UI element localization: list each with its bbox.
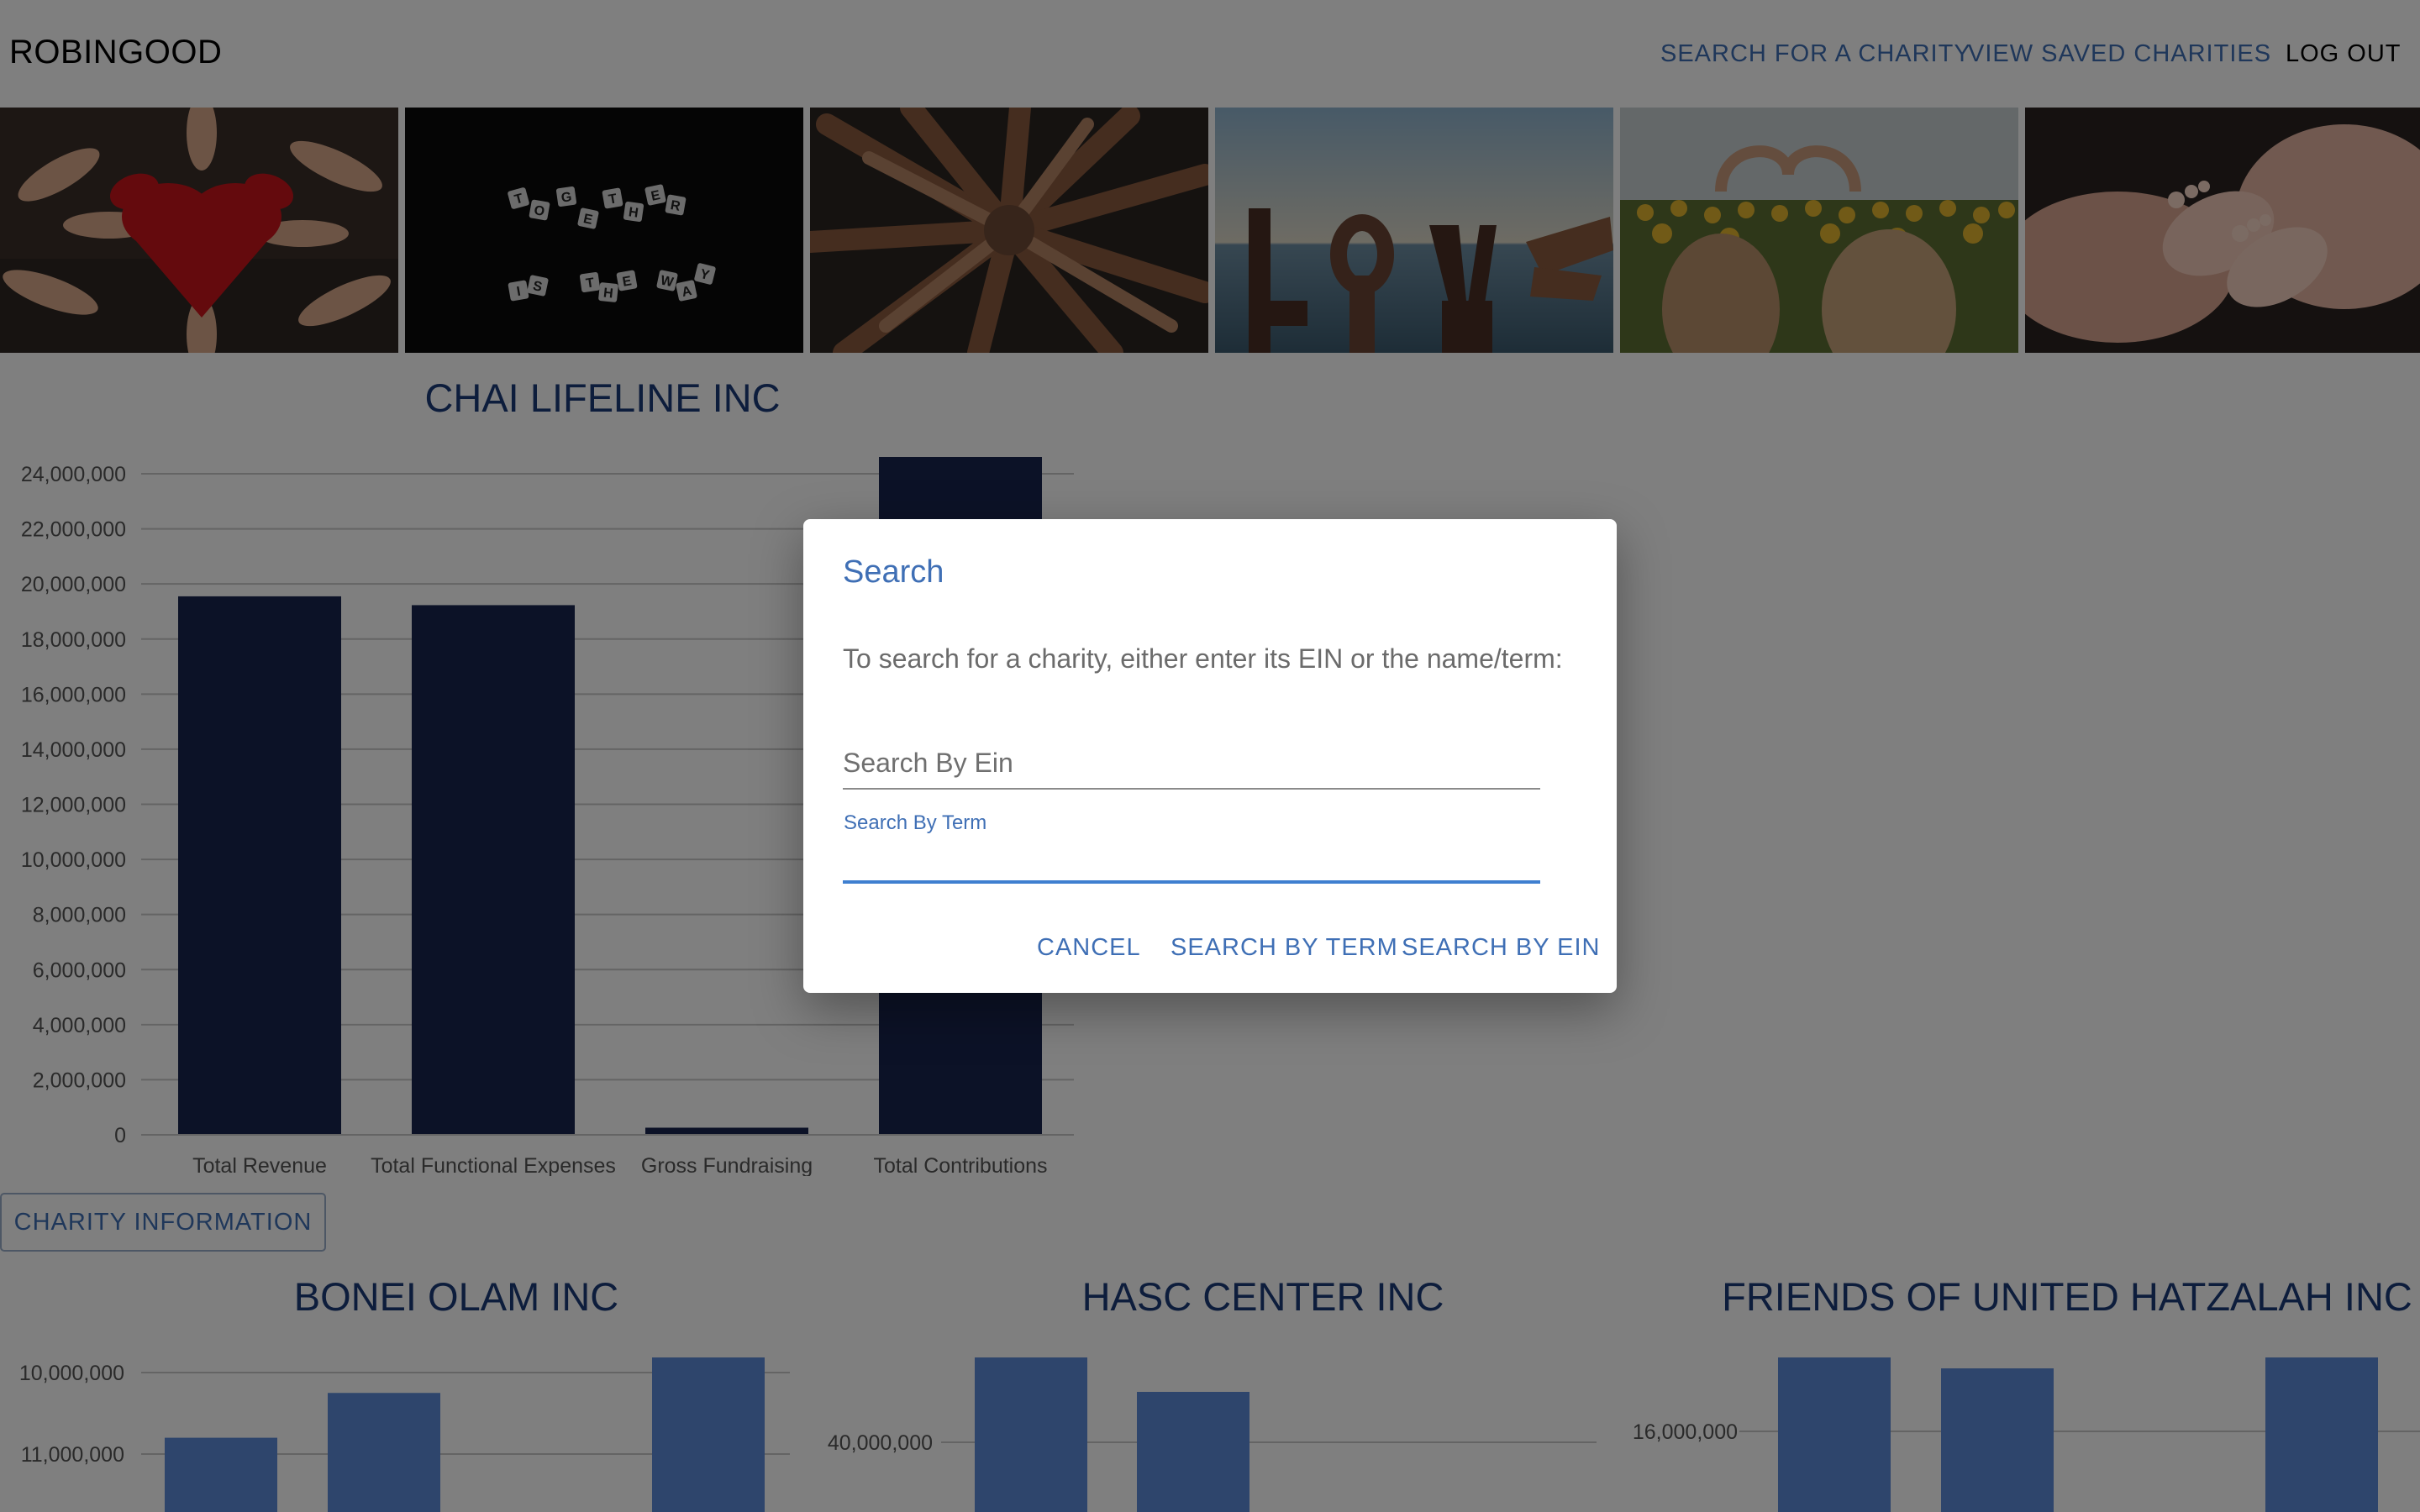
search-by-ein-button[interactable]: SEARCH BY EIN [1402,934,1600,962]
search-by-term-label: Search By Term [844,811,987,834]
dialog-instructions: To search for a charity, either enter it… [843,643,1563,674]
search-by-term-input[interactable] [843,840,1540,877]
search-by-ein-input[interactable] [843,743,1540,783]
ein-field-wrapper [843,736,1540,790]
term-field-wrapper [843,837,1540,884]
search-by-term-button[interactable]: SEARCH BY TERM [1171,934,1398,962]
cancel-button[interactable]: CANCEL [1037,934,1141,962]
search-dialog: Search To search for a charity, either e… [803,519,1617,993]
dialog-title: Search [843,554,944,590]
